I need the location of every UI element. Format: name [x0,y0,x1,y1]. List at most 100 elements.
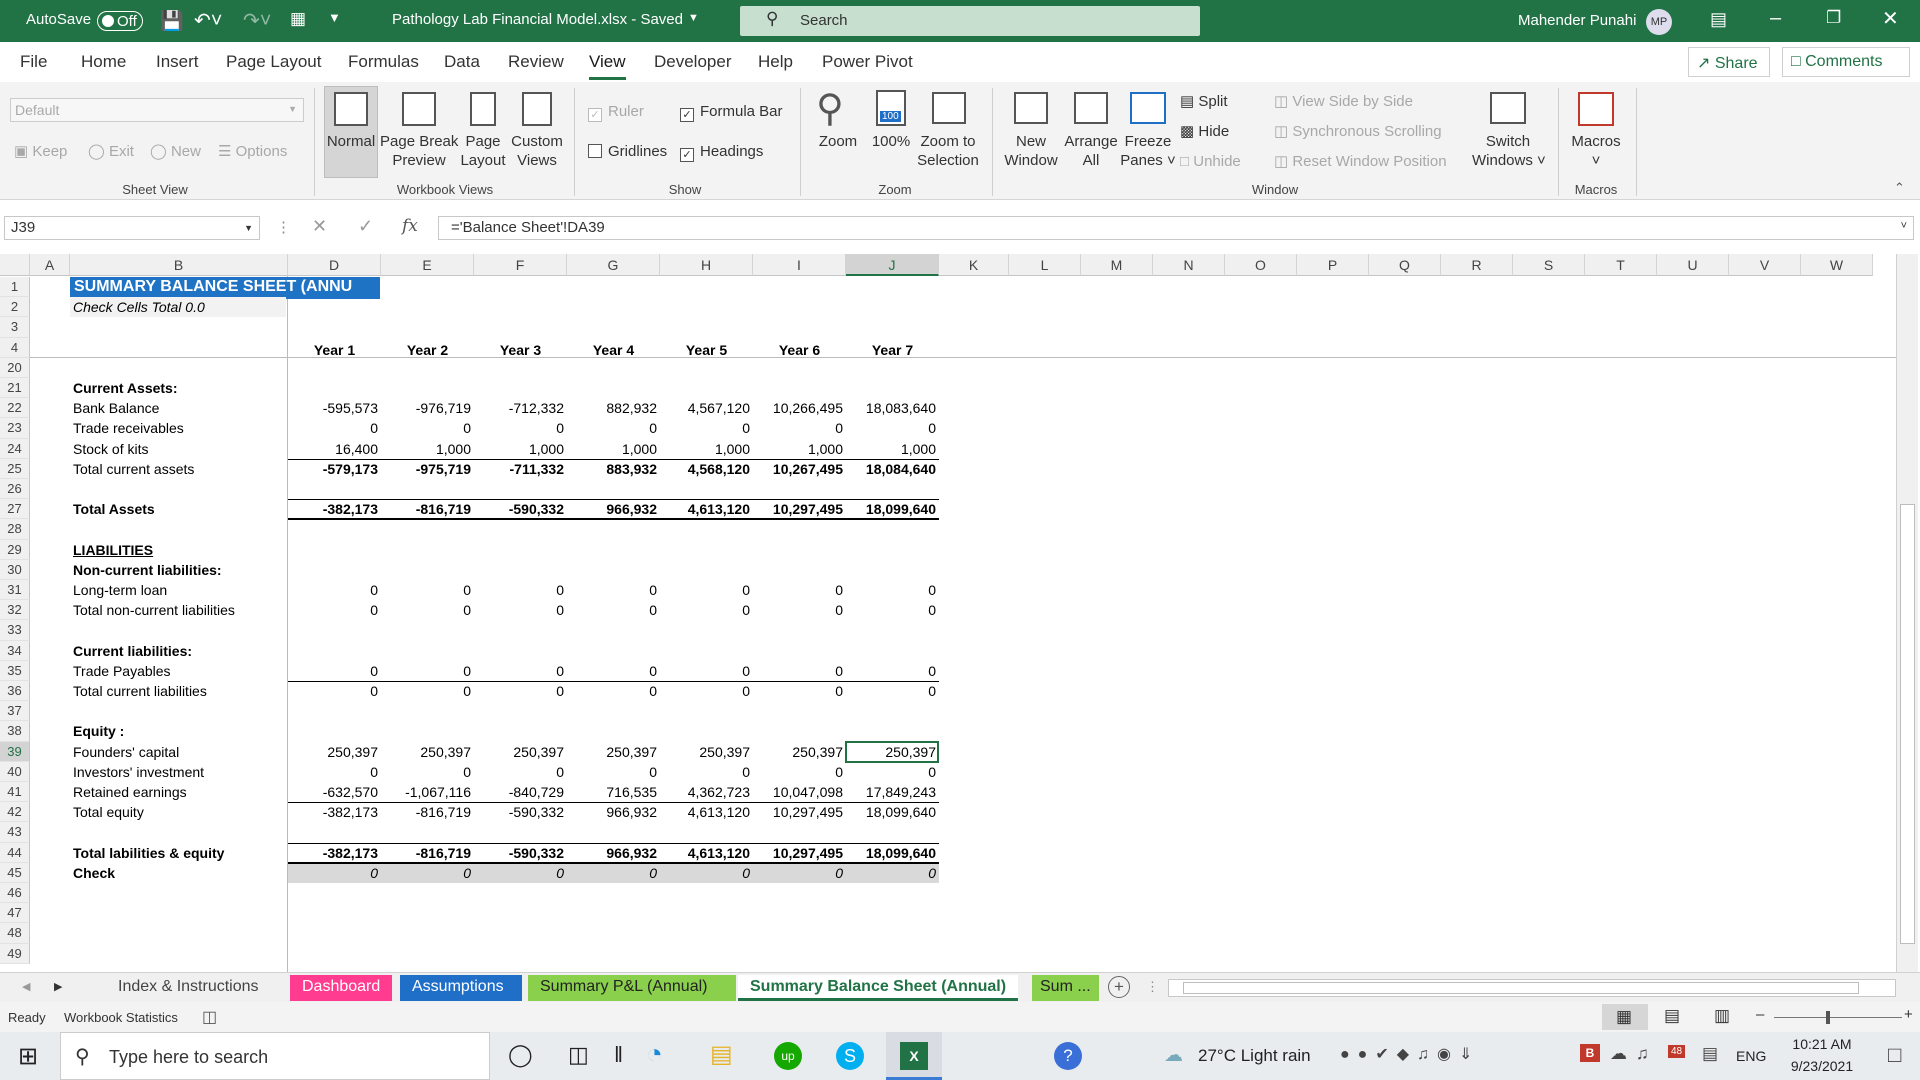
vertical-scrollbar[interactable] [1896,254,1918,972]
unhide-button[interactable]: □ Unhide [1180,152,1241,171]
cell-f42[interactable]: -590,332 [474,802,564,822]
scroll-tabs-right-icon[interactable]: ▶ [54,980,62,993]
title-dropdown-icon[interactable]: ▼ [688,12,699,24]
search-box[interactable]: ⚲ Search [740,6,1200,36]
cell-j41[interactable]: 17,849,243 [846,782,936,802]
column-header-j[interactable]: J [846,254,939,276]
options-button[interactable]: ☰ Options [218,142,287,161]
year-header[interactable]: Year 2 [381,340,474,360]
network-icon[interactable]: ▤ [1702,1044,1718,1064]
tab-assumptions[interactable]: Assumptions [400,975,522,1001]
cell-d44[interactable]: -382,173 [288,843,378,863]
macros-button[interactable]: Macros ˅ [1566,132,1626,170]
cell-g23[interactable]: 0 [567,418,657,438]
column-header-e[interactable]: E [381,254,474,276]
cell-j25[interactable]: 18,084,640 [846,459,936,479]
notification-badge[interactable]: 48 [1668,1045,1686,1058]
column-header-b[interactable]: B [70,254,288,276]
help-icon[interactable]: ? [1054,1042,1082,1070]
cell-i31[interactable]: 0 [753,580,843,600]
row-header-34[interactable]: 34 [0,640,30,661]
row-label-39[interactable]: Founders' capital [73,742,285,762]
cell-d32[interactable]: 0 [288,600,378,620]
row-header-29[interactable]: 29 [0,539,30,560]
cell-i25[interactable]: 10,267,495 [753,459,843,479]
row-header-47[interactable]: 47 [0,903,30,924]
row-label-27[interactable]: Total Assets [73,499,285,519]
row-header-28[interactable]: 28 [0,519,30,540]
cell-g22[interactable]: 882,932 [567,398,657,418]
row-header-46[interactable]: 46 [0,883,30,904]
year-header[interactable]: Year 4 [567,340,660,360]
redo-icon[interactable]: ↷˅ [243,8,271,33]
select-all-corner[interactable] [0,254,30,276]
row-header-3[interactable]: 3 [0,317,30,338]
row-header-22[interactable]: 22 [0,398,30,419]
formula-input[interactable]: ='Balance Sheet'!DA39 ˅ [438,216,1914,240]
row-label-36[interactable]: Total current liabilities [73,681,285,701]
cell-d42[interactable]: -382,173 [288,802,378,822]
check-cells-note[interactable]: Check Cells Total 0.0 [70,297,286,318]
taskbar-search[interactable]: ⚲ Type here to search [60,1032,490,1080]
menu-review[interactable]: Review [508,52,564,72]
sheet-view-dropdown[interactable]: Default ▼ [10,98,304,122]
column-header-l[interactable]: L [1009,254,1081,276]
cell-j31[interactable]: 0 [846,580,936,600]
cell-f25[interactable]: -711,332 [474,459,565,479]
row-header-23[interactable]: 23 [0,418,30,439]
cell-g27[interactable]: 966,932 [567,499,657,519]
tab-summary-balance-sheet[interactable]: Summary Balance Sheet (Annual) [738,975,1019,1001]
row-header-1[interactable]: 1 [0,277,30,298]
cell-h32[interactable]: 0 [660,600,750,620]
cell-f40[interactable]: 0 [474,762,564,782]
cell-i36[interactable]: 0 [753,681,843,701]
menu-view[interactable]: View [589,52,626,80]
row-header-26[interactable]: 26 [0,479,30,500]
menu-help[interactable]: Help [758,52,793,72]
form-icon[interactable]: ▦ [290,9,306,29]
column-header-n[interactable]: N [1153,254,1225,276]
cell-h31[interactable]: 0 [660,580,750,600]
menu-power-pivot[interactable]: Power Pivot [822,52,913,72]
cell-f32[interactable]: 0 [474,600,564,620]
switch-windows-button[interactable]: Switch Windows ˅ [1472,132,1546,170]
row-header-27[interactable]: 27 [0,499,30,520]
cell-d31[interactable]: 0 [288,580,378,600]
file-explorer-icon[interactable]: ▤ [710,1040,733,1069]
split-button[interactable]: ▤ Split [1180,92,1228,111]
row-label-30[interactable]: Non-current liabilities: [73,560,285,580]
row-label-32[interactable]: Total non-current liabilities [73,600,285,620]
row-label-34[interactable]: Current liabilities: [73,641,285,661]
accessibility-icon[interactable]: ◫ [202,1007,217,1027]
reset-window-position-button[interactable]: ◫ Reset Window Position [1274,152,1447,171]
cell-e32[interactable]: 0 [381,600,471,620]
share-button[interactable]: ↗ Share [1688,47,1770,77]
normal-view-status-button[interactable]: ▦ [1602,1004,1648,1030]
column-header-d[interactable]: D [288,254,381,276]
cell-i24[interactable]: 1,000 [753,439,843,459]
cell-d24[interactable]: 16,400 [288,439,378,459]
cell-h39[interactable]: 250,397 [660,742,750,762]
cell-i27[interactable]: 10,297,495 [753,499,843,519]
cell-e45[interactable]: 0 [381,862,474,883]
cell-g25[interactable]: 883,932 [567,459,657,479]
column-header-v[interactable]: V [1729,254,1801,276]
name-box[interactable]: J39 ▼ [4,216,260,240]
column-header-g[interactable]: G [567,254,660,276]
tab-dashboard[interactable]: Dashboard [290,975,393,1001]
ruler-checkbox[interactable]: ✓ Ruler [588,102,644,122]
comments-button[interactable]: □ Comments [1782,47,1910,77]
cell-i42[interactable]: 10,297,495 [753,802,843,822]
save-icon[interactable]: 💾 [160,9,184,33]
cell-j23[interactable]: 0 [846,418,936,438]
column-header-a[interactable]: A [30,254,70,276]
cell-h24[interactable]: 1,000 [660,439,750,459]
collapse-ribbon-icon[interactable]: ⌃ [1894,180,1905,196]
view-side-by-side-button[interactable]: ◫ View Side by Side [1274,92,1413,111]
cell-h41[interactable]: 4,362,723 [660,782,750,802]
cell-i22[interactable]: 10,266,495 [753,398,843,418]
cell-h45[interactable]: 0 [660,862,753,883]
cell-i40[interactable]: 0 [753,762,843,782]
cancel-icon[interactable]: ✕ [312,216,327,237]
enter-icon[interactable]: ✓ [358,216,373,237]
